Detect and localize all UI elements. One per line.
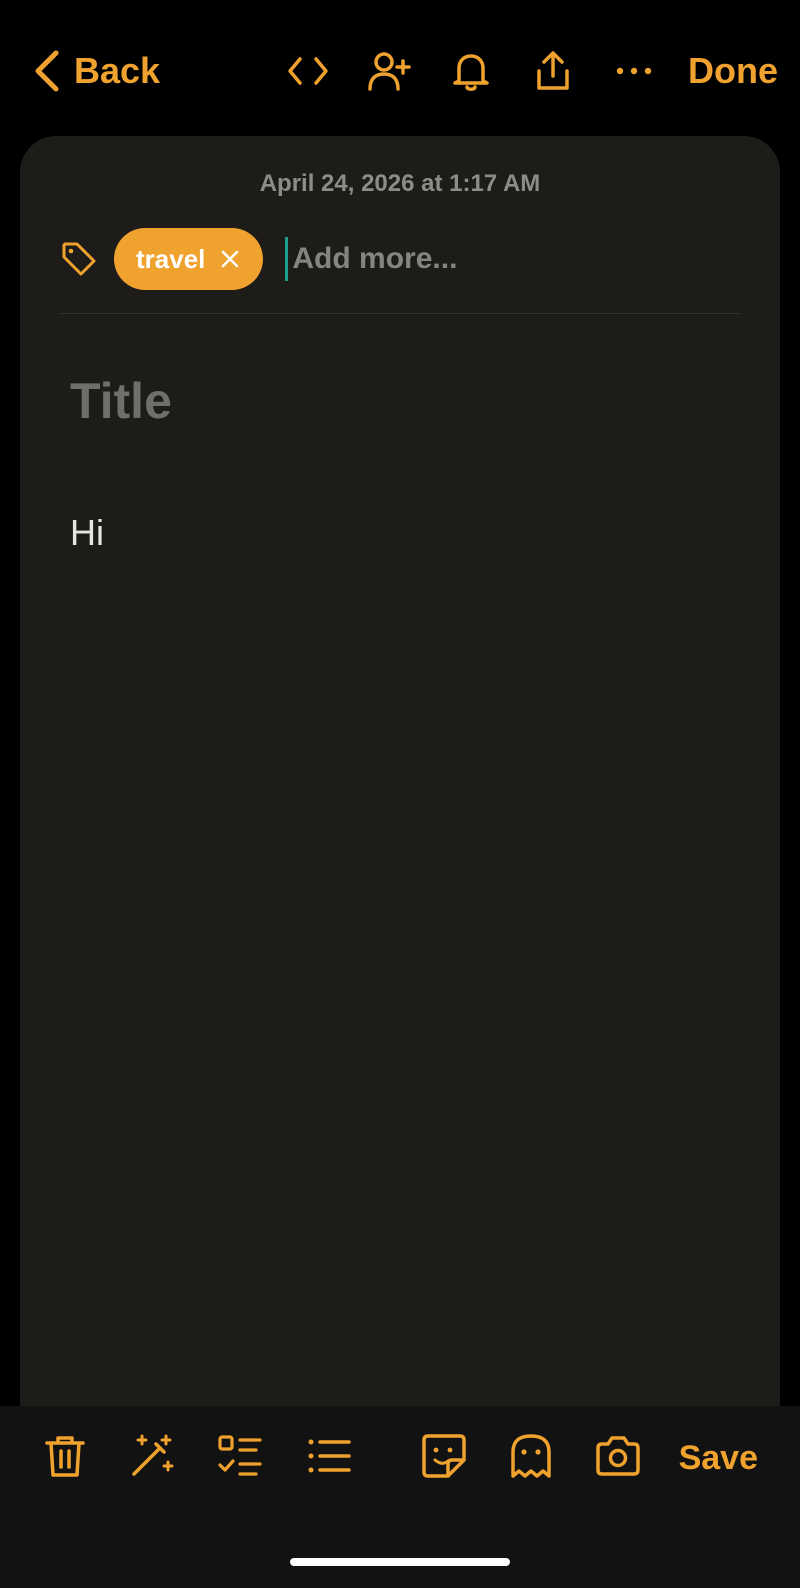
- sticker-icon: [422, 1434, 466, 1478]
- tag-chip-travel[interactable]: travel: [114, 228, 264, 290]
- ghost-icon: [511, 1434, 551, 1478]
- share-icon: [537, 51, 569, 90]
- bullet-list-button[interactable]: [303, 1430, 355, 1482]
- tag-row: travel: [60, 228, 740, 290]
- reminder-button[interactable]: [446, 46, 496, 96]
- ghost-button[interactable]: [505, 1430, 557, 1482]
- trash-icon: [45, 1436, 85, 1477]
- chevron-left-icon: [35, 50, 59, 92]
- add-tag-input[interactable]: [290, 241, 671, 277]
- camera-icon: [596, 1436, 640, 1476]
- more-icon: [616, 67, 652, 75]
- back-button[interactable]: Back: [30, 46, 160, 96]
- tag-divider: [60, 313, 740, 314]
- magic-wand-icon: [132, 1434, 174, 1476]
- delete-button[interactable]: [39, 1430, 91, 1482]
- add-person-icon: [368, 52, 411, 91]
- checklist-icon: [218, 1435, 262, 1476]
- add-collaborator-button[interactable]: [364, 46, 414, 96]
- code-icon: [288, 57, 328, 85]
- code-view-button[interactable]: [283, 46, 333, 96]
- back-label: Back: [74, 50, 161, 91]
- tag-chip-label: travel: [136, 243, 206, 274]
- home-indicator[interactable]: [290, 1558, 510, 1566]
- camera-button[interactable]: [592, 1430, 644, 1482]
- magic-button[interactable]: [126, 1430, 178, 1482]
- bell-icon: [453, 54, 489, 91]
- done-button[interactable]: Done: [688, 46, 778, 96]
- save-button[interactable]: Save: [679, 1432, 758, 1484]
- sticker-button[interactable]: [418, 1430, 470, 1482]
- note-editor-card: [20, 136, 780, 1406]
- tag-input-wrapper: [285, 237, 671, 281]
- more-options-button[interactable]: [609, 46, 659, 96]
- checklist-button[interactable]: [214, 1430, 266, 1482]
- share-button[interactable]: [528, 46, 578, 96]
- note-body-field[interactable]: Hi: [70, 512, 104, 554]
- bullet-list-icon: [308, 1439, 351, 1473]
- note-date: April 24, 2026 at 1:17 AM: [259, 170, 541, 197]
- note-title-field[interactable]: Title: [70, 372, 172, 430]
- close-icon[interactable]: [219, 248, 241, 270]
- tag-icon: [62, 242, 96, 276]
